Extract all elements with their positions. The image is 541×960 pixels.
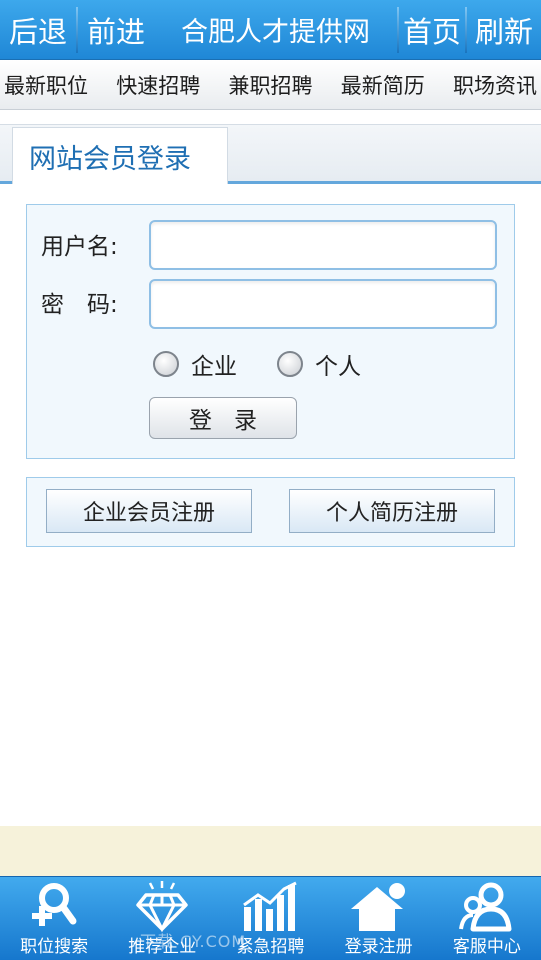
person-search-icon — [32, 883, 77, 926]
nav-menu: 最新职位 快速招聘 兼职招聘 最新简历 职场资讯 — [0, 60, 541, 110]
nav-item-quick-recruit[interactable]: 快速招聘 — [116, 70, 200, 100]
bottom-item-login-register[interactable]: 登录注册 — [325, 877, 433, 960]
tab-strip: 网站会员登录 — [0, 124, 541, 184]
nav-item-latest-jobs[interactable]: 最新职位 — [4, 70, 88, 100]
login-button[interactable]: 登录 — [149, 397, 297, 439]
people-icon — [458, 882, 512, 932]
password-label: 密 码: — [41, 292, 118, 318]
watermark: 下载 CY.COM — [140, 932, 247, 951]
bottom-item-label: 客服中心 — [452, 937, 521, 957]
forward-button[interactable]: 前进 — [78, 0, 154, 60]
username-input[interactable] — [149, 220, 497, 270]
bottom-item-label: 职位搜索 — [20, 937, 89, 957]
radio-personal[interactable]: 个人 — [277, 347, 361, 381]
personal-resume-register-button[interactable]: 个人简历注册 — [289, 489, 495, 533]
nav-item-part-time[interactable]: 兼职招聘 — [229, 70, 313, 100]
diamond-icon — [136, 881, 189, 933]
home-button[interactable]: 首页 — [399, 0, 465, 60]
top-bar: 后退 前进 合肥人才提供网 首页 刷新 — [0, 0, 541, 60]
refresh-button[interactable]: 刷新 — [467, 0, 541, 60]
enterprise-register-button[interactable]: 企业会员注册 — [46, 489, 252, 533]
radio-circle[interactable] — [277, 351, 303, 377]
bottom-item-label: 登录注册 — [344, 937, 413, 957]
radio-enterprise-label: 企业 — [191, 354, 237, 380]
house-icon — [350, 883, 405, 931]
radio-enterprise[interactable]: 企业 — [153, 347, 237, 381]
nav-item-latest-resumes[interactable]: 最新简历 — [341, 70, 425, 100]
radio-personal-label: 个人 — [315, 354, 361, 380]
footer-strip — [0, 826, 541, 876]
radio-circle[interactable] — [153, 351, 179, 377]
nav-item-career-news[interactable]: 职场资讯 — [453, 70, 537, 100]
bar-chart-icon — [243, 881, 298, 931]
tab-member-login[interactable]: 网站会员登录 — [12, 127, 228, 184]
bottom-item-customer-service[interactable]: 客服中心 — [433, 877, 541, 960]
back-button[interactable]: 后退 — [0, 0, 76, 60]
password-input[interactable] — [149, 279, 497, 329]
username-label: 用户名: — [41, 234, 118, 260]
register-panel: 企业会员注册 个人简历注册 — [26, 477, 515, 547]
bottom-tab-bar: 职位搜索 推荐企业 紧急招聘 登录注册 客服中心 — [0, 876, 541, 960]
site-title: 合肥人才提供网 — [181, 17, 370, 48]
login-form: 用户名: 密 码: 企业 个人 登录 — [26, 204, 515, 459]
bottom-item-job-search[interactable]: 职位搜索 — [0, 877, 108, 960]
